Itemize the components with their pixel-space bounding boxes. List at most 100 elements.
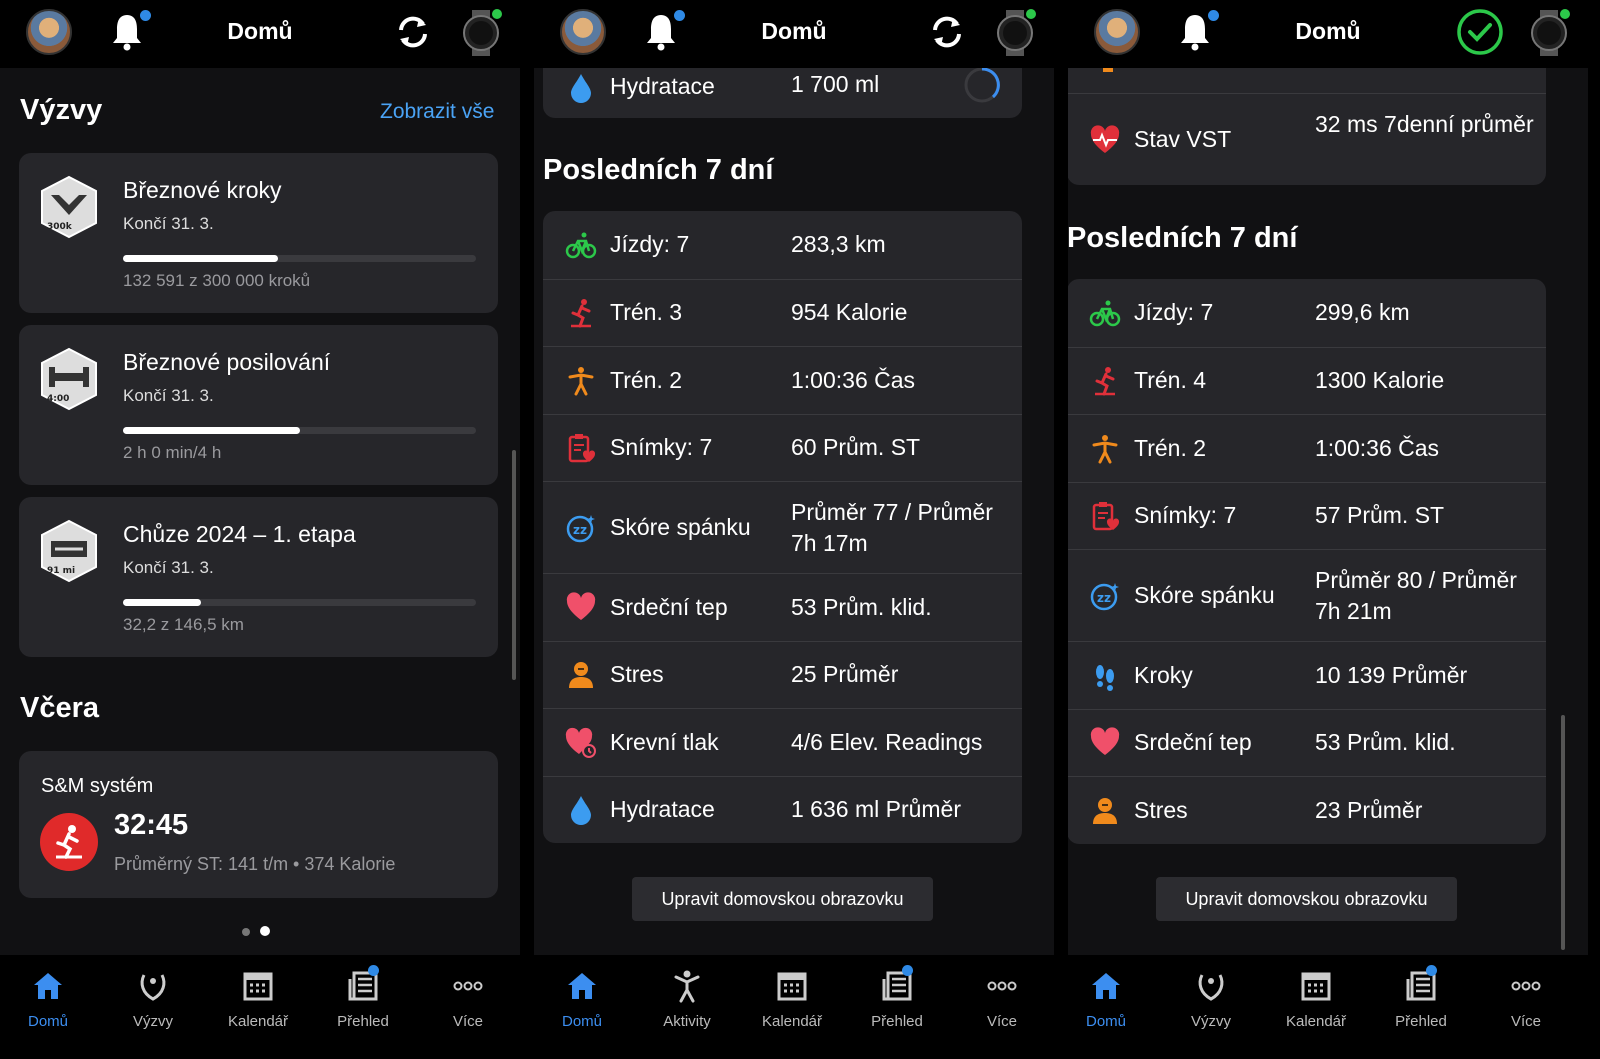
badge-text: 91 mi (47, 566, 75, 576)
stat-row[interactable]: Srdeční tep 53 Prům. klid. (1068, 708, 1546, 777)
footsteps-icon (1096, 664, 1114, 691)
scrollbar[interactable] (512, 450, 516, 680)
content: Stav VST 32 ms 7denní průměr Posledních … (1068, 68, 1588, 955)
calendar-icon (777, 972, 807, 1001)
stat-value: 1:00:36 Čas (1315, 434, 1440, 461)
sleep-icon: zz (566, 515, 595, 543)
nav-label: Přehled (1395, 1013, 1447, 1030)
home-icon (1092, 973, 1120, 999)
stat-row[interactable]: Stres 23 Průměr (1068, 776, 1546, 844)
stat-row[interactable]: Trén. 4 1300 Kalorie (1068, 346, 1546, 415)
notification-dot (368, 965, 379, 976)
stat-row[interactable]: zz Skóre spánku Průměr 77 / Průměr 7h 17m (543, 481, 1022, 573)
show-all-link[interactable]: Zobrazit vše (380, 100, 494, 124)
nav-home[interactable]: Domů (537, 965, 627, 1045)
nav-overview[interactable]: Přehled (318, 965, 408, 1045)
bike-icon (565, 232, 597, 258)
stat-row[interactable]: Snímky: 7 57 Prům. ST (1068, 481, 1546, 550)
stat-row[interactable]: Jízdy: 7 299,6 km (1068, 279, 1546, 347)
calendar-icon (243, 972, 273, 1001)
edit-home-screen-button[interactable]: Upravit domovskou obrazovku (1156, 877, 1457, 921)
nav-more[interactable]: Více (423, 965, 513, 1045)
bell-icon[interactable] (110, 12, 144, 52)
badge-text: 300k (47, 222, 73, 232)
activity-card[interactable]: S&M systém 32:45 Průměrný ST: 141 t/m • … (19, 751, 498, 898)
clipboard-icon (1092, 502, 1120, 531)
watch-connected-dot (1560, 9, 1570, 19)
challenge-progress-text: 2 h 0 min/4 h (123, 443, 222, 462)
stat-row[interactable]: Kroky 10 139 Průměr (1068, 641, 1546, 709)
nav-overview[interactable]: Přehled (852, 965, 942, 1045)
nav-label: Přehled (871, 1013, 923, 1030)
stat-row[interactable]: Trén. 2 1:00:36 Čas (543, 346, 1022, 414)
stat-row[interactable]: Trén. 2 1:00:36 Čas (1068, 414, 1546, 482)
stat-row[interactable]: Trén. 3 954 Kalorie (543, 278, 1022, 347)
scrollbar[interactable] (1561, 715, 1565, 950)
challenge-progress-text: 32,2 z 146,5 km (123, 615, 244, 634)
stat-label: Trén. 3 (610, 299, 683, 326)
stat-label: Snímky: 7 (610, 434, 713, 461)
challenge-card[interactable]: 4:00 Březnové posilování Končí 31. 3. 2 … (19, 325, 498, 485)
nav-activities[interactable]: Aktivity (642, 965, 732, 1045)
hydration-label: Hydratace (610, 73, 715, 99)
nav-calendar[interactable]: Kalendář (1271, 965, 1361, 1045)
stat-label: Kroky (1134, 661, 1193, 688)
hrv-value: 32 ms 7denní průměr (1315, 111, 1534, 137)
hydration-card[interactable]: Hydratace 1 700 ml (543, 68, 1022, 118)
nav-calendar[interactable]: Kalendář (213, 965, 303, 1045)
sync-complete-check-icon[interactable] (1456, 8, 1504, 56)
strength-icon (571, 299, 591, 328)
challenge-end-date: Končí 31. 3. (123, 214, 214, 233)
bike-icon (1089, 300, 1121, 326)
edit-home-screen-button[interactable]: Upravit domovskou obrazovku (632, 877, 933, 921)
avatar[interactable] (26, 9, 72, 55)
nav-overview[interactable]: Přehled (1376, 965, 1466, 1045)
watch-connected-dot (1026, 9, 1036, 19)
page-dot (242, 928, 250, 936)
nav-challenges[interactable]: Výzvy (1166, 965, 1256, 1045)
hrv-row[interactable]: Stav VST 32 ms 7denní průměr (1068, 93, 1546, 185)
nav-more[interactable]: Více (957, 965, 1047, 1045)
activity-duration: 32:45 (114, 809, 189, 841)
nav-home[interactable]: Domů (3, 965, 93, 1045)
top-bar: Domů (534, 0, 1054, 68)
stat-row[interactable]: Snímky: 7 60 Prům. ST (543, 413, 1022, 482)
hrv-card[interactable]: Stav VST 32 ms 7denní průměr (1068, 68, 1546, 185)
page-title: Domů (1295, 18, 1361, 44)
challenge-progress-bar (123, 255, 476, 262)
more-icon (1511, 981, 1541, 991)
heart-icon (1090, 727, 1120, 756)
nav-label: Domů (561, 1013, 602, 1030)
stat-value: Průměr 77 / Průměr 7h 17m (791, 499, 993, 556)
bell-icon[interactable] (644, 12, 678, 52)
stat-row[interactable]: Srdeční tep 53 Prům. klid. (543, 573, 1022, 641)
stat-row[interactable]: zz Skóre spánku Průměr 80 / Průměr 7h 21m (1068, 549, 1546, 641)
stat-row[interactable]: Hydratace 1 636 ml Průměr (543, 775, 1022, 844)
svg-text:zz: zz (1097, 591, 1111, 605)
stat-label: Skóre spánku (610, 514, 751, 540)
stats-card: Jízdy: 7 299,6 km Trén. 4 1300 Kalorie Trén.… (1068, 279, 1546, 844)
challenge-badge-icon: 300k (41, 175, 97, 239)
bell-icon[interactable] (1178, 12, 1212, 52)
stat-label: Trén. 2 (1134, 434, 1207, 461)
nav-home[interactable]: Domů (1068, 965, 1151, 1045)
avatar[interactable] (560, 9, 606, 55)
nav-more[interactable]: Více (1481, 965, 1571, 1045)
stat-row[interactable]: Stres 25 Průměr (543, 640, 1022, 709)
avatar[interactable] (1094, 9, 1140, 55)
nav-label: Aktivity (663, 1013, 711, 1030)
cut-off-icon (1103, 68, 1113, 72)
home-icon (568, 973, 596, 999)
challenge-card[interactable]: 91 mi Chůze 2024 – 1. etapa Končí 31. 3.… (19, 497, 498, 657)
challenge-badge-icon: 4:00 (41, 347, 97, 411)
stat-label: Stres (1134, 796, 1188, 823)
nav-calendar[interactable]: Kalendář (747, 965, 837, 1045)
challenge-card[interactable]: 300k Březnové kroky Končí 31. 3. 132 591… (19, 153, 498, 313)
stat-row[interactable]: Jízdy: 7 283,3 km (543, 211, 1022, 279)
sync-icon[interactable] (927, 12, 967, 52)
nav-challenges[interactable]: Výzvy (108, 965, 198, 1045)
strength-activity-icon (40, 813, 98, 871)
nav-label: Kalendář (227, 1013, 289, 1030)
stat-row[interactable]: Krevní tlak 4/6 Elev. Readings (543, 708, 1022, 776)
sync-icon[interactable] (393, 12, 433, 52)
